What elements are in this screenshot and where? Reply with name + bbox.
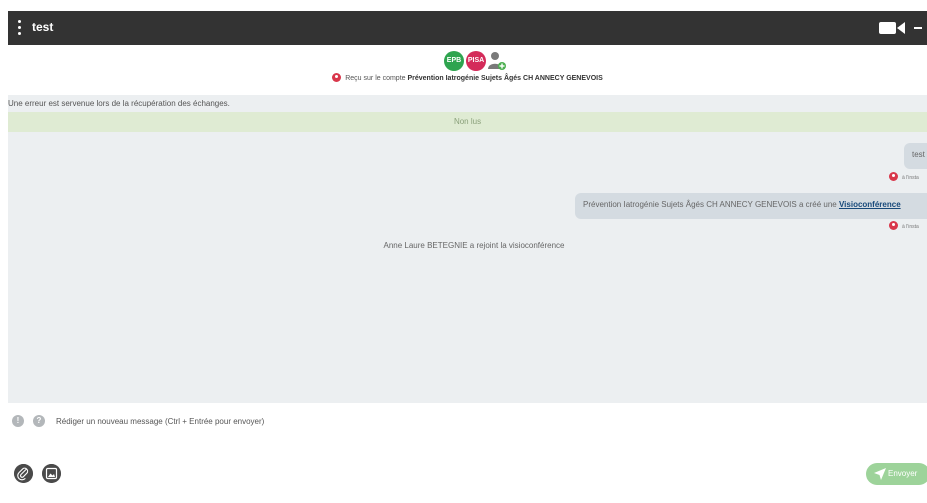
send-label: Envoyer <box>888 469 918 478</box>
sender-icon <box>889 221 898 230</box>
message-text: Prévention Iatrogénie Sujets Âgés CH ANN… <box>583 200 839 209</box>
help-icon[interactable]: ? <box>33 415 45 427</box>
sender-icon <box>889 172 898 181</box>
received-account: Prévention Iatrogénie Sujets Âgés CH ANN… <box>407 75 603 82</box>
message-text: test <box>912 150 925 159</box>
unread-separator: Non lus <box>8 112 927 132</box>
person-add-icon[interactable] <box>488 51 506 71</box>
message-meta: à l'insta <box>889 221 919 232</box>
info-icon[interactable]: ! <box>12 415 24 427</box>
message-meta: à l'insta <box>889 172 919 183</box>
image-icon[interactable] <box>42 464 61 483</box>
badge-epb[interactable]: EPB <box>444 51 464 71</box>
minimize-icon[interactable] <box>914 27 922 29</box>
title-bar: test × <box>8 11 927 45</box>
received-prefix: Reçu sur le compte <box>345 75 408 82</box>
system-message: Anne Laure BETEGNIE a rejoint la visioco… <box>383 241 565 250</box>
window-title: test <box>32 20 54 34</box>
message-input[interactable] <box>52 412 812 430</box>
message-list[interactable]: Une erreur est servenue lors de la récup… <box>8 95 927 403</box>
send-plane-icon <box>874 468 886 480</box>
conversation-header: EPB PISA Reçu sur le compte Prévention I… <box>8 45 927 89</box>
video-camera-icon[interactable] <box>879 21 905 35</box>
vertical-dots-icon[interactable] <box>17 20 23 36</box>
paperclip-icon[interactable] <box>14 464 33 483</box>
error-message: Une erreur est servenue lors de la récup… <box>8 99 230 108</box>
send-button[interactable]: Envoyer <box>866 463 927 485</box>
message-bubble[interactable]: test <box>904 143 927 169</box>
message-time: à l'insta <box>902 175 919 181</box>
compose-area: ! ? <box>8 410 927 434</box>
badge-pisa[interactable]: PISA <box>466 51 486 71</box>
message-time: à l'insta <box>902 224 919 230</box>
visioconference-link[interactable]: Visioconférence <box>839 200 901 209</box>
account-icon <box>332 73 342 82</box>
received-on-account: Reçu sur le compte Prévention Iatrogénie… <box>8 73 927 82</box>
message-bubble[interactable]: Prévention Iatrogénie Sujets Âgés CH ANN… <box>575 193 927 219</box>
